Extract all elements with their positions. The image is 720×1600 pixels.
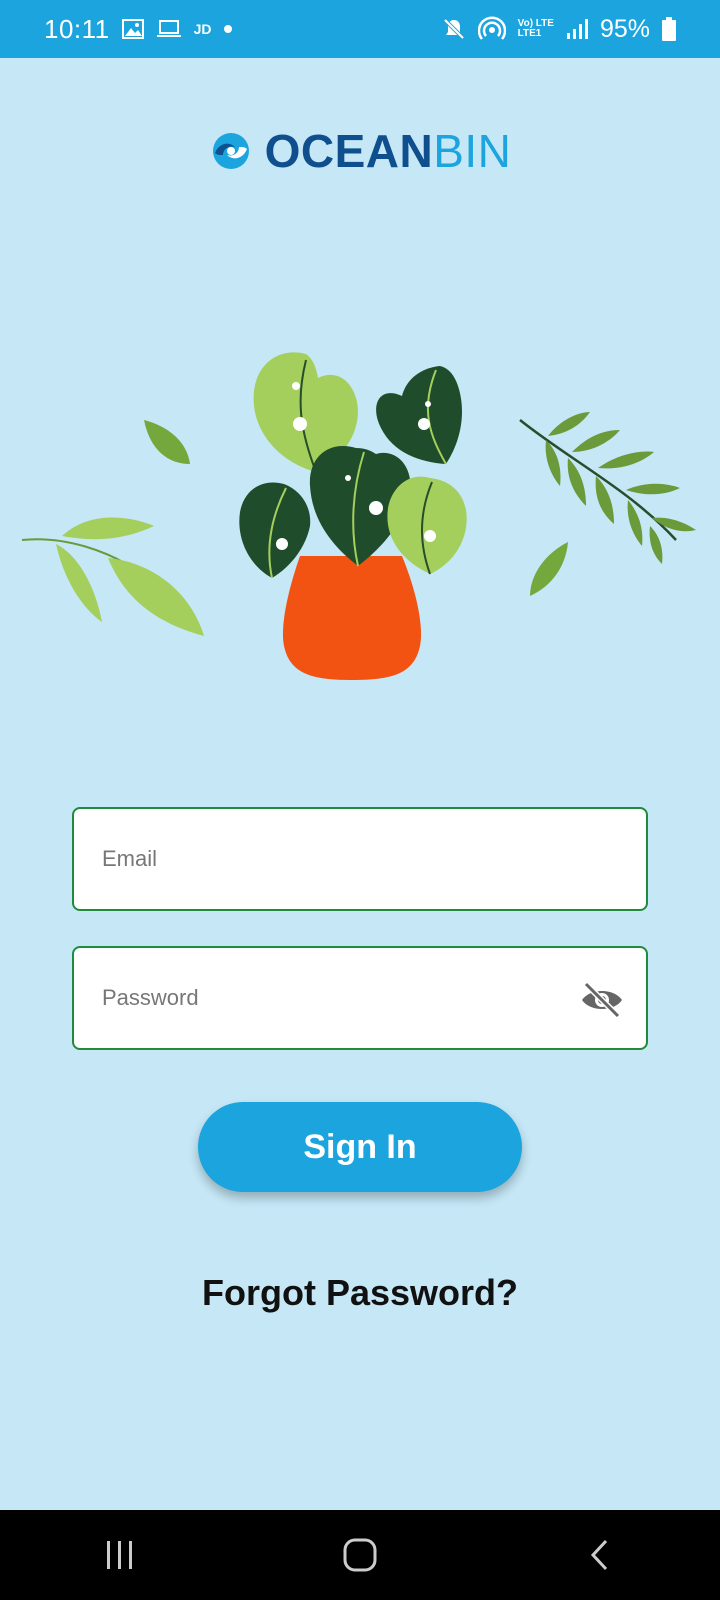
lte-bottom: LTE1 [517, 28, 542, 39]
sign-in-button[interactable]: Sign In [198, 1102, 522, 1192]
mute-icon [443, 18, 465, 40]
app-logo: OCEANBIN [0, 124, 720, 178]
logo-ocean: OCEAN [264, 125, 434, 177]
recents-button[interactable] [80, 1525, 160, 1585]
notification-dot [223, 25, 232, 33]
plant-illustration [21, 352, 696, 680]
floating-leaf-left [144, 420, 190, 464]
carrier-tag: JD [193, 21, 212, 37]
plant-leaves [239, 352, 467, 579]
forgot-password-link[interactable]: Forgot Password? [0, 1272, 720, 1314]
floating-leaf-right [530, 542, 568, 596]
status-bar: 10:11 JD Vo) LTE LTE1 95% [0, 0, 720, 58]
pot [282, 556, 422, 680]
home-button[interactable] [320, 1525, 400, 1585]
email-input[interactable] [102, 846, 618, 872]
battery-icon [662, 17, 676, 41]
back-button[interactable] [560, 1525, 640, 1585]
logo-bin: BIN [433, 125, 512, 177]
back-icon [590, 1539, 608, 1571]
wave-logo-icon [212, 133, 249, 169]
laptop-icon [156, 20, 181, 37]
signal-icon [566, 19, 588, 39]
status-right: Vo) LTE LTE1 95% [442, 15, 676, 44]
branch-left [21, 517, 204, 636]
image-icon [121, 19, 144, 39]
lte-indicator: Vo) LTE LTE1 [518, 19, 554, 39]
battery-percent: 95% [599, 14, 650, 43]
password-input[interactable] [102, 985, 618, 1011]
recents-icon [107, 1541, 132, 1569]
eye-off-icon[interactable] [580, 980, 624, 1020]
status-left: 10:11 JD [44, 14, 232, 45]
fern-right [519, 412, 696, 564]
system-nav-bar [0, 1510, 720, 1600]
status-time: 10:11 [44, 13, 110, 44]
home-icon [343, 1538, 377, 1572]
hotspot-icon [477, 16, 506, 40]
email-field-container[interactable] [72, 807, 648, 911]
password-field-container[interactable] [72, 946, 648, 1050]
logo-text: OCEANBIN [265, 124, 512, 178]
